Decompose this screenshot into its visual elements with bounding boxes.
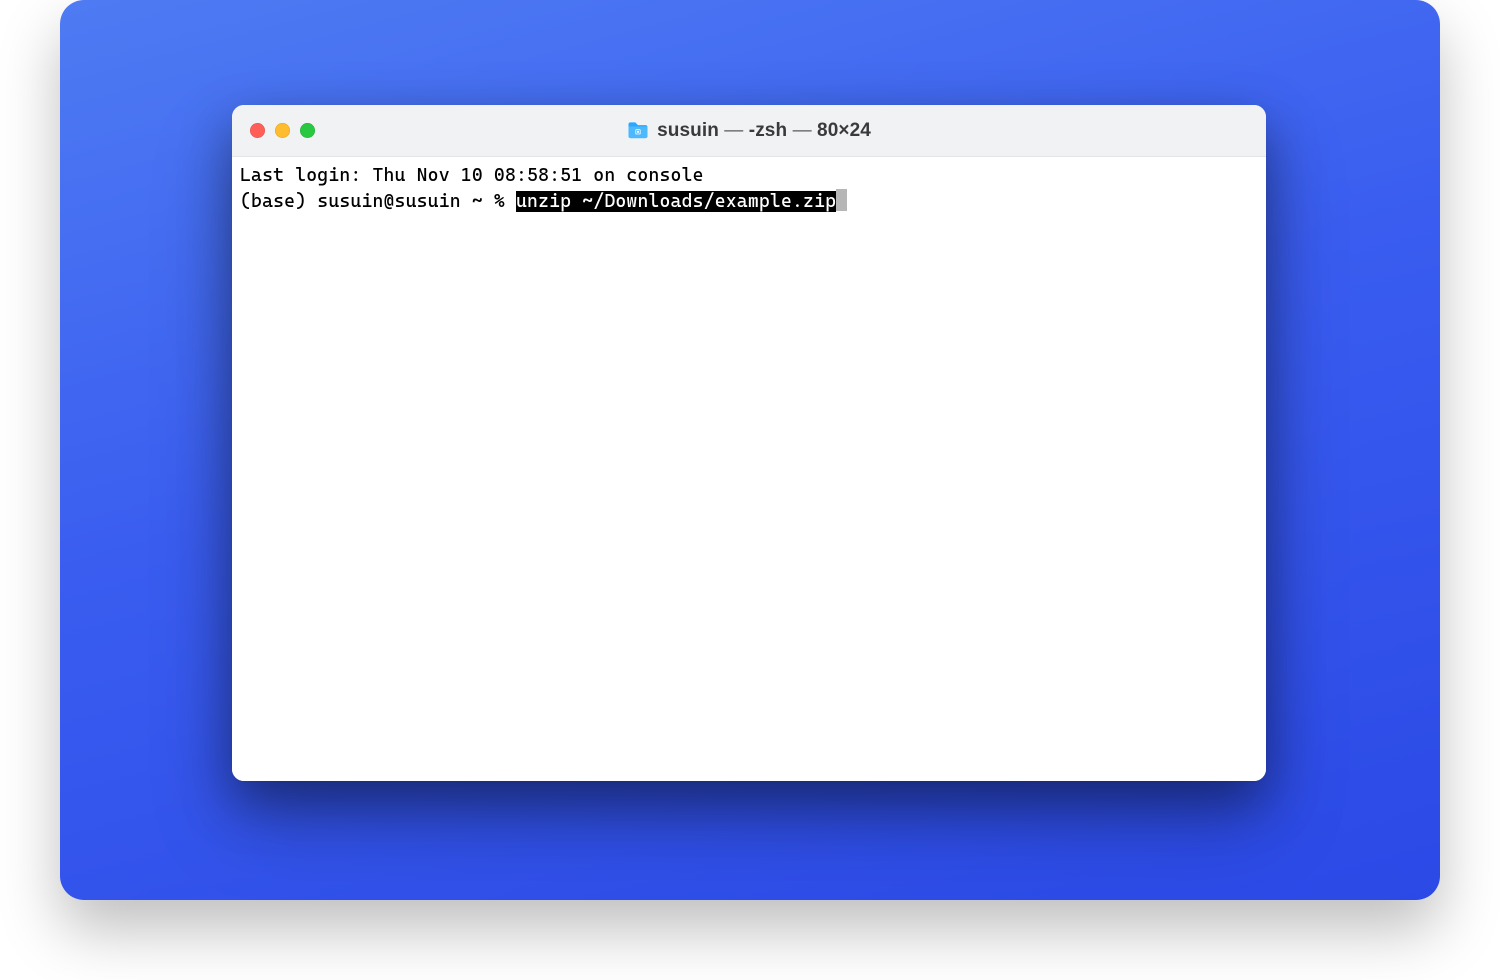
cursor [836, 189, 847, 211]
command-selection[interactable]: unzip ~/Downloads/example.zip [516, 191, 836, 212]
zoom-button[interactable] [300, 123, 315, 138]
window-title: susuin — -zsh — 80×24 [657, 120, 871, 142]
titlebar[interactable]: susuin — -zsh — 80×24 [232, 105, 1266, 157]
minimize-button[interactable] [275, 123, 290, 138]
title-user: susuin [657, 120, 719, 141]
last-login-line: Last login: Thu Nov 10 08:58:51 on conso… [240, 165, 704, 186]
background-stage: susuin — -zsh — 80×24 Last login: Thu No… [60, 0, 1440, 900]
title-shell: -zsh [749, 120, 787, 141]
shell-prompt: (base) susuin@susuin ~ % [240, 191, 516, 212]
terminal-window: susuin — -zsh — 80×24 Last login: Thu No… [232, 105, 1266, 781]
terminal-body[interactable]: Last login: Thu Nov 10 08:58:51 on conso… [232, 157, 1266, 781]
close-button[interactable] [250, 123, 265, 138]
title-size: 80×24 [817, 120, 871, 141]
title-dash-1: — [719, 120, 749, 141]
window-title-group: susuin — -zsh — 80×24 [232, 120, 1266, 142]
title-dash-2: — [787, 120, 817, 141]
traffic-lights [250, 123, 315, 138]
folder-icon [627, 121, 649, 141]
